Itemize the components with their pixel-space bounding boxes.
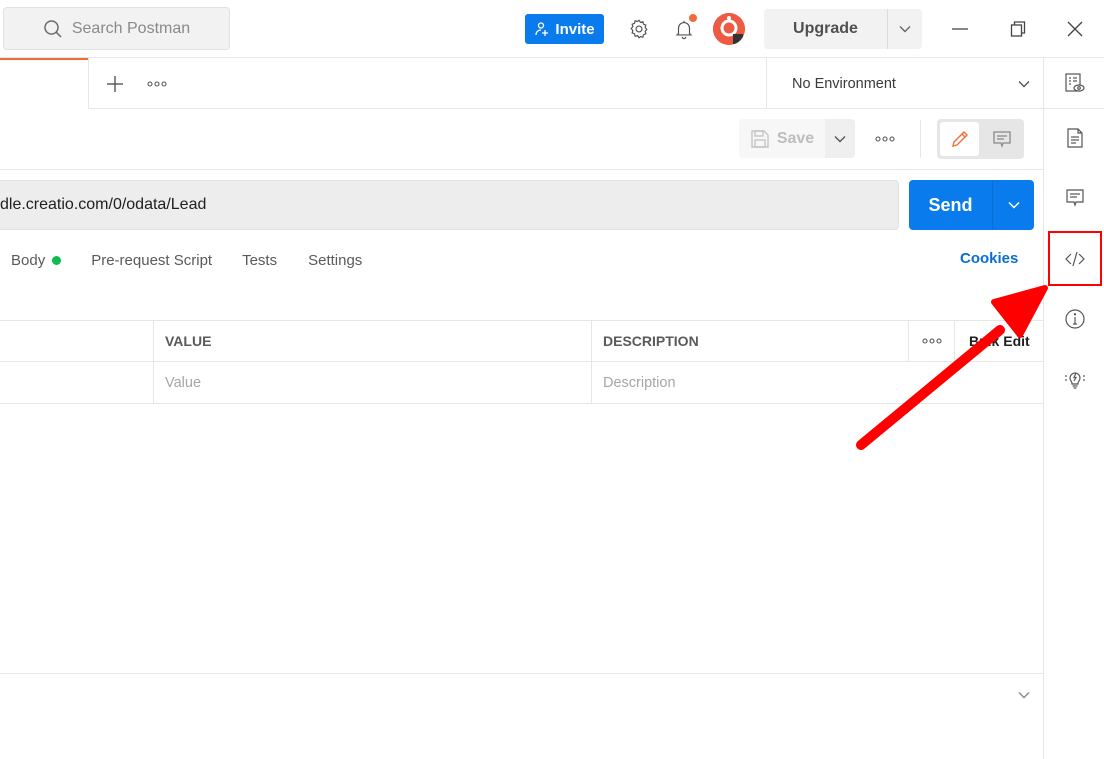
- url-value: dle.creatio.com/0/odata/Lead: [0, 196, 207, 213]
- environment-selector[interactable]: No Environment: [766, 58, 1044, 109]
- tab-settings-label: Settings: [308, 251, 363, 269]
- comment-icon: [1066, 189, 1084, 207]
- title-bar: Search Postman Invite Upgrade: [0, 0, 1104, 58]
- comment-mode-button[interactable]: [982, 122, 1021, 156]
- table-header-row: VALUE DESCRIPTION Bulk Edit: [0, 320, 1043, 362]
- avatar[interactable]: [713, 13, 745, 45]
- tab-body-label: Body: [11, 251, 46, 269]
- search-placeholder: Search Postman: [71, 19, 191, 37]
- response-toggle-button[interactable]: [1014, 685, 1034, 705]
- restore-button[interactable]: [1003, 14, 1033, 44]
- invite-button[interactable]: Invite: [525, 14, 604, 44]
- environment-quick-look-button[interactable]: [1044, 58, 1104, 109]
- send-button-group: Send: [909, 180, 1034, 230]
- tab-tests-label: Tests: [242, 251, 278, 269]
- comments-button[interactable]: [1054, 178, 1096, 218]
- restore-icon: [1010, 21, 1026, 37]
- settings-button[interactable]: [626, 16, 652, 42]
- upgrade-label: Upgrade: [764, 9, 888, 49]
- chevron-down-icon: [1007, 201, 1020, 209]
- tab-settings[interactable]: Settings: [308, 252, 362, 269]
- header-value: VALUE: [154, 321, 592, 361]
- more-horizontal-icon: [921, 338, 942, 344]
- more-horizontal-icon: [147, 80, 167, 87]
- header-key: [0, 321, 154, 361]
- save-icon: [751, 129, 769, 148]
- body-indicator-dot: [52, 255, 62, 265]
- bulk-edit-button[interactable]: Bulk Edit: [955, 321, 1043, 361]
- chevron-down-icon: [834, 135, 846, 142]
- comment-icon: [992, 131, 1011, 149]
- related-button[interactable]: [1054, 359, 1096, 399]
- add-user-icon: [535, 22, 549, 36]
- minimize-button[interactable]: [945, 14, 975, 44]
- edit-mode-button[interactable]: [940, 122, 979, 156]
- value-input[interactable]: Value: [154, 362, 592, 403]
- response-divider: [0, 673, 1043, 674]
- code-snippet-button[interactable]: [1054, 239, 1096, 279]
- info-button[interactable]: [1054, 299, 1096, 339]
- table-options-button[interactable]: [909, 321, 955, 361]
- save-button-group: Save: [739, 119, 855, 158]
- tab-bar: No Environment: [0, 58, 1044, 109]
- gear-icon: [630, 19, 648, 39]
- notification-badge: [689, 14, 697, 22]
- code-icon: [1065, 251, 1085, 267]
- chevron-down-icon: [1018, 692, 1030, 699]
- document-icon: [1067, 128, 1083, 148]
- send-dropdown[interactable]: [993, 180, 1034, 230]
- url-input[interactable]: dle.creatio.com/0/odata/Lead: [0, 180, 899, 230]
- upgrade-dropdown[interactable]: [888, 9, 922, 49]
- header-description: DESCRIPTION: [592, 321, 909, 361]
- minimize-icon: [952, 28, 968, 30]
- documentation-button[interactable]: [1054, 118, 1096, 158]
- toolbar-bottom-divider: [0, 169, 1043, 170]
- tab-pre-request-script[interactable]: Pre-request Script: [91, 252, 212, 269]
- info-icon: [1065, 309, 1085, 329]
- save-dropdown[interactable]: [825, 119, 855, 158]
- more-horizontal-icon: [875, 136, 895, 142]
- params-table: VALUE DESCRIPTION Bulk Edit Value Descri…: [0, 320, 1043, 404]
- tab-actions: [88, 58, 174, 109]
- invite-label: Invite: [555, 20, 595, 38]
- search-input[interactable]: Search Postman: [3, 7, 230, 50]
- lightbulb-icon: [1065, 372, 1085, 389]
- chevron-down-icon: [1018, 80, 1030, 87]
- request-tab-active[interactable]: [0, 58, 88, 109]
- save-label: Save: [776, 129, 815, 147]
- send-button[interactable]: Send: [909, 180, 993, 230]
- close-icon: [1067, 21, 1083, 37]
- save-button[interactable]: Save: [739, 119, 825, 158]
- tab-pre-request-script-label: Pre-request Script: [91, 251, 213, 269]
- tab-tests[interactable]: Tests: [242, 252, 277, 269]
- table-row: Value Description: [0, 362, 1043, 404]
- key-input[interactable]: [0, 362, 154, 403]
- new-tab-button[interactable]: [98, 69, 132, 99]
- chevron-down-icon: [899, 26, 911, 33]
- plus-icon: [107, 75, 123, 92]
- right-sidebar: [1043, 58, 1104, 759]
- upgrade-button[interactable]: Upgrade: [764, 9, 922, 49]
- tab-options-button[interactable]: [140, 69, 174, 99]
- notifications-button[interactable]: [671, 14, 697, 42]
- environment-selected: No Environment: [792, 75, 896, 92]
- cookies-link[interactable]: Cookies: [960, 250, 1018, 267]
- tab-body[interactable]: Body: [11, 251, 62, 269]
- pencil-icon: [951, 131, 968, 147]
- close-button[interactable]: [1060, 14, 1090, 44]
- mode-toggle: [937, 119, 1024, 159]
- search-icon: [44, 19, 62, 38]
- toolbar-divider: [920, 120, 921, 158]
- description-input[interactable]: Description: [592, 362, 909, 403]
- request-options-button[interactable]: [868, 124, 902, 154]
- environment-eye-icon: [1064, 73, 1085, 92]
- avatar-image-icon: [713, 13, 745, 45]
- request-tabs: Body Pre-request Script Tests Settings: [0, 248, 362, 272]
